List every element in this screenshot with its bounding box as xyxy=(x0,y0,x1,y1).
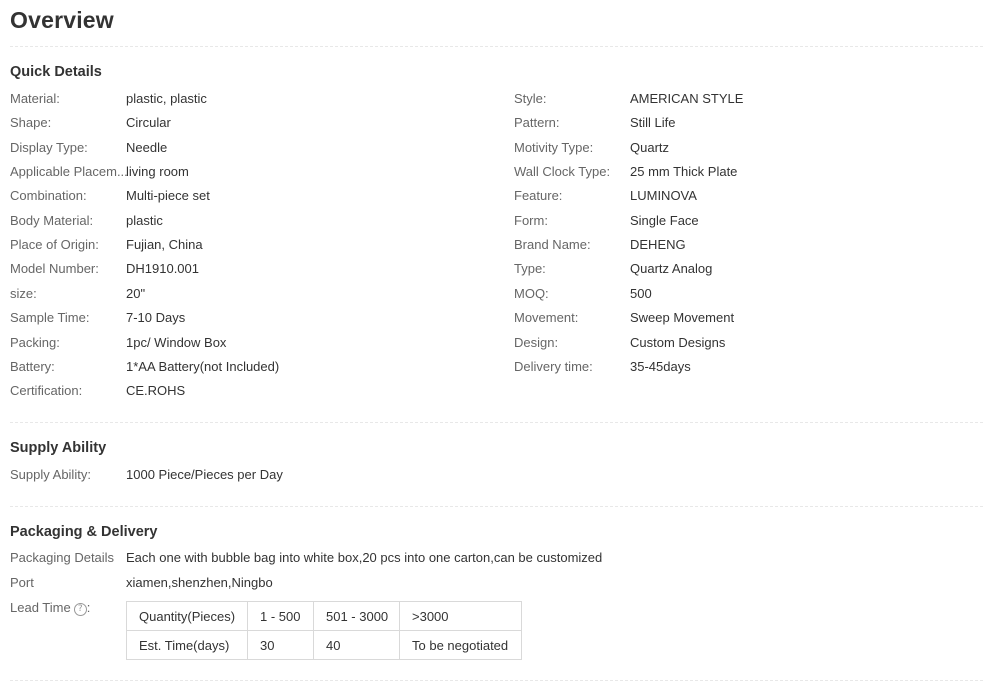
lead-time-colon: : xyxy=(86,600,91,615)
detail-value: Sweep Movement xyxy=(630,310,735,325)
detail-label: Feature: xyxy=(514,188,563,203)
detail-value: 20" xyxy=(126,286,146,301)
question-circle-icon[interactable]: ? xyxy=(73,603,87,616)
detail-label: Design: xyxy=(514,335,559,350)
detail-value: CE.ROHS xyxy=(126,383,186,398)
table-cell: To be negotiated xyxy=(399,630,522,660)
detail-label: Form: xyxy=(514,213,548,228)
detail-value: Needle xyxy=(126,140,168,155)
divider xyxy=(10,46,983,47)
packaging-delivery-title: Packaging & Delivery xyxy=(10,524,158,540)
detail-label: Display Type: xyxy=(10,140,88,155)
detail-label: Style: xyxy=(514,91,547,106)
detail-value: Single Face xyxy=(630,213,699,228)
detail-label: MOQ: xyxy=(514,286,549,301)
detail-label: Certification: xyxy=(10,383,83,398)
detail-value: LUMINOVA xyxy=(630,188,697,203)
detail-label: Place of Origin: xyxy=(10,237,99,252)
detail-label: size: xyxy=(10,286,37,301)
detail-label: Motivity Type: xyxy=(514,140,594,155)
table-header-cell: >3000 xyxy=(399,601,522,631)
detail-value: 500 xyxy=(630,286,652,301)
quick-details-title: Quick Details xyxy=(10,64,102,80)
detail-label: Sample Time: xyxy=(10,310,90,325)
packaging-details-label: Packaging Details xyxy=(10,550,115,565)
divider xyxy=(10,506,983,507)
detail-value: plastic xyxy=(126,213,163,228)
table-header-cell: 501 - 3000 xyxy=(313,601,400,631)
detail-value: 1*AA Battery(not Included) xyxy=(126,359,280,374)
port-label: Port xyxy=(10,575,34,590)
detail-label: Pattern: xyxy=(514,115,560,130)
table-header-cell: 1 - 500 xyxy=(247,601,314,631)
divider xyxy=(10,680,983,681)
supply-ability-title: Supply Ability xyxy=(10,440,107,456)
detail-value: DH1910.001 xyxy=(126,261,199,276)
detail-value: plastic, plastic xyxy=(126,91,207,106)
supply-ability-value: 1000 Piece/Pieces per Day xyxy=(126,467,283,482)
detail-value: 35-45days xyxy=(630,359,691,374)
detail-label: Type: xyxy=(514,261,546,276)
lead-time-label-row: Lead Time?: xyxy=(10,599,90,617)
detail-value: Multi-piece set xyxy=(126,188,210,203)
detail-value: AMERICAN STYLE xyxy=(630,91,744,106)
detail-value: Quartz xyxy=(630,140,670,155)
detail-label: Wall Clock Type: xyxy=(514,164,611,179)
table-header-cell: Quantity(Pieces) xyxy=(126,601,248,631)
divider xyxy=(10,422,983,423)
detail-label: Shape: xyxy=(10,115,52,130)
detail-value: Circular xyxy=(126,115,171,130)
lead-time-label: Lead Time xyxy=(10,600,71,615)
detail-label: Packing: xyxy=(10,335,60,350)
detail-value: living room xyxy=(126,164,189,179)
detail-value: Fujian, China xyxy=(126,237,203,252)
detail-value: Custom Designs xyxy=(630,335,726,350)
table-cell: 40 xyxy=(313,630,400,660)
table-row: Quantity(Pieces) 1 - 500 501 - 3000 >300… xyxy=(126,601,522,631)
detail-value: Still Life xyxy=(630,115,676,130)
detail-label: Combination: xyxy=(10,188,87,203)
table-cell: 30 xyxy=(247,630,314,660)
detail-value: 25 mm Thick Plate xyxy=(630,164,738,179)
supply-ability-label: Supply Ability: xyxy=(10,467,91,482)
lead-time-table: Quantity(Pieces) 1 - 500 501 - 3000 >300… xyxy=(126,601,522,660)
detail-label: Applicable Placem... xyxy=(10,164,128,179)
detail-value: DEHENG xyxy=(630,237,686,252)
detail-label: Model Number: xyxy=(10,261,99,276)
detail-label: Movement: xyxy=(514,310,579,325)
detail-label: Brand Name: xyxy=(514,237,591,252)
table-cell: Est. Time(days) xyxy=(126,630,248,660)
port-value: xiamen,shenzhen,Ningbo xyxy=(126,575,273,590)
packaging-details-value: Each one with bubble bag into white box,… xyxy=(126,550,603,565)
detail-label: Battery: xyxy=(10,359,55,374)
detail-value: 1pc/ Window Box xyxy=(126,335,227,350)
detail-label: Material: xyxy=(10,91,60,106)
detail-label: Body Material: xyxy=(10,213,94,228)
detail-value: 7-10 Days xyxy=(126,310,186,325)
detail-value: Quartz Analog xyxy=(630,261,713,276)
detail-label: Delivery time: xyxy=(514,359,593,374)
table-row: Est. Time(days) 30 40 To be negotiated xyxy=(126,630,522,660)
page-title: Overview xyxy=(10,7,114,33)
